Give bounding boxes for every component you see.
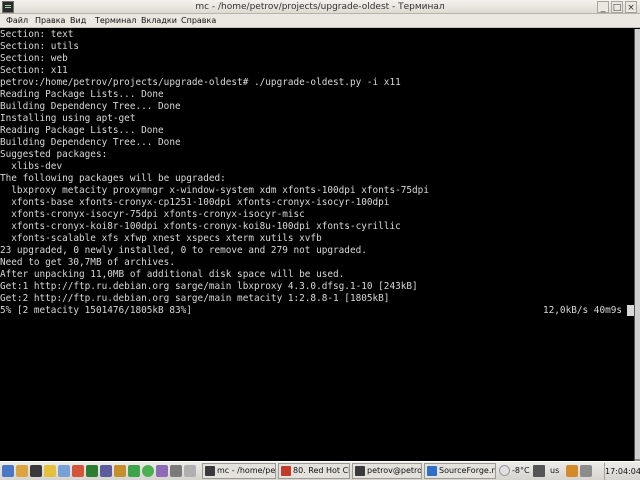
terminal-line: lbxproxy metacity proxymngr x-window-sys… — [0, 185, 429, 196]
screen-icon[interactable] — [533, 465, 545, 477]
terminal-line: Installing using apt-get — [0, 113, 136, 124]
terminal-icon — [205, 466, 215, 476]
media-player-icon[interactable] — [100, 465, 112, 477]
weather-icon[interactable] — [499, 465, 510, 476]
terminal-line: The following packages will be upgraded: — [0, 173, 226, 184]
task-label: SourceForge.net — [439, 466, 496, 475]
terminal-line: xfonts-base xfonts-cronyx-cp1251-100dpi … — [0, 197, 390, 208]
terminal-line: Get:2 http://ftp.ru.debian.org sarge/mai… — [0, 293, 390, 304]
download-rate-eta: 12,0kB/s 40m9s — [543, 305, 623, 316]
terminal-line: Need to get 30,7MB of archives. — [0, 257, 175, 268]
menu-help[interactable]: Справка — [181, 14, 216, 28]
browser-icon — [427, 466, 437, 476]
volume-icon[interactable] — [566, 465, 578, 477]
task-label: mc - /home/petrov — [217, 466, 276, 475]
menu-file[interactable]: Файл — [6, 14, 28, 28]
terminal-line: Get:1 http://ftp.ru.debian.org sarge/mai… — [0, 281, 418, 292]
menu-edit[interactable]: Правка — [35, 14, 65, 28]
title-bar[interactable]: mc - /home/petrov/projects/upgrade-oldes… — [0, 0, 640, 14]
irc-client-icon[interactable] — [86, 465, 98, 477]
terminal-line: xfonts-scalable xfs xfwp xnest xspecs xt… — [0, 233, 322, 244]
browser-icon[interactable] — [72, 465, 84, 477]
terminal-line: Building Dependency Tree... Done — [0, 101, 181, 112]
terminal-line: Suggested packages: — [0, 149, 108, 160]
settings-icon[interactable] — [170, 465, 182, 477]
terminal-line: xfonts-cronyx-koi8r-100dpi xfonts-cronyx… — [0, 221, 401, 232]
weather-temperature: -8°C — [512, 466, 530, 475]
terminal-line: Section: web — [0, 53, 68, 64]
image-viewer-icon[interactable] — [156, 465, 168, 477]
terminal-line: Section: text — [0, 29, 74, 40]
terminal-line: xfonts-cronyx-isocyr-75dpi xfonts-cronyx… — [0, 209, 305, 220]
terminal-line: After unpacking 11,0MB of additional dis… — [0, 269, 345, 280]
menu-bar: Файл Правка Вид Терминал Вкладки Справка — [0, 14, 640, 28]
menu-terminal[interactable]: Терминал — [95, 14, 136, 28]
terminal-line: Section: utils — [0, 41, 80, 52]
task-terminal-petrov[interactable]: petrov@petrov: ~ — [352, 463, 422, 479]
terminal-icon — [355, 466, 365, 476]
music-icon — [281, 466, 291, 476]
close-button[interactable]: × — [625, 1, 637, 13]
text-editor-icon[interactable] — [58, 465, 70, 477]
mail-client-icon[interactable] — [114, 465, 126, 477]
window-title: mc - /home/petrov/projects/upgrade-oldes… — [195, 2, 445, 12]
terminal-line: xlibs-dev — [0, 161, 63, 172]
terminal-line: Section: x11 — [0, 65, 68, 76]
network-tray-icon[interactable] — [580, 465, 592, 477]
terminal-cursor — [627, 305, 634, 316]
scrollbar-thumb[interactable] — [635, 29, 640, 459]
network-icon[interactable] — [128, 465, 140, 477]
minimize-button[interactable]: _ — [597, 1, 609, 13]
maximize-button[interactable]: □ — [611, 1, 623, 13]
terminal-line: Reading Package Lists... Done — [0, 89, 164, 100]
clock[interactable]: 17:04:04 — [604, 463, 640, 480]
terminal-launcher-icon[interactable] — [30, 465, 42, 477]
task-label: 80. Red Hot Chili — [293, 466, 349, 475]
terminal-line: Reading Package Lists... Done — [0, 125, 164, 136]
terminal-scrollbar[interactable] — [634, 29, 640, 461]
task-label: petrov@petrov: ~ — [367, 466, 422, 475]
menu-view[interactable]: Вид — [70, 14, 86, 28]
task-browser-sourceforge[interactable]: SourceForge.net — [424, 463, 496, 479]
green-globe-icon[interactable] — [142, 465, 154, 477]
terminal-line: petrov:/home/petrov/projects/upgrade-old… — [0, 77, 401, 88]
keyboard-layout[interactable]: us — [550, 465, 559, 477]
task-terminal-mc[interactable]: mc - /home/petrov — [202, 463, 276, 479]
terminal-line: Building Dependency Tree... Done — [0, 137, 181, 148]
progress-line: 5% [2 metacity 1501476/1805kB 83%] — [0, 305, 192, 316]
terminal-line: 23 upgraded, 0 newly installed, 0 to rem… — [0, 245, 367, 256]
start-menu-icon[interactable] — [2, 465, 14, 477]
show-desktop-icon[interactable] — [184, 465, 196, 477]
file-manager-icon[interactable] — [44, 465, 56, 477]
task-music-player[interactable]: 80. Red Hot Chili — [278, 463, 350, 479]
home-folder-icon[interactable] — [16, 465, 28, 477]
terminal-area[interactable]: Section: text Section: utils Section: we… — [0, 29, 634, 461]
menu-tabs[interactable]: Вкладки — [141, 14, 177, 28]
taskbar: mc - /home/petrov 80. Red Hot Chili petr… — [0, 461, 640, 480]
